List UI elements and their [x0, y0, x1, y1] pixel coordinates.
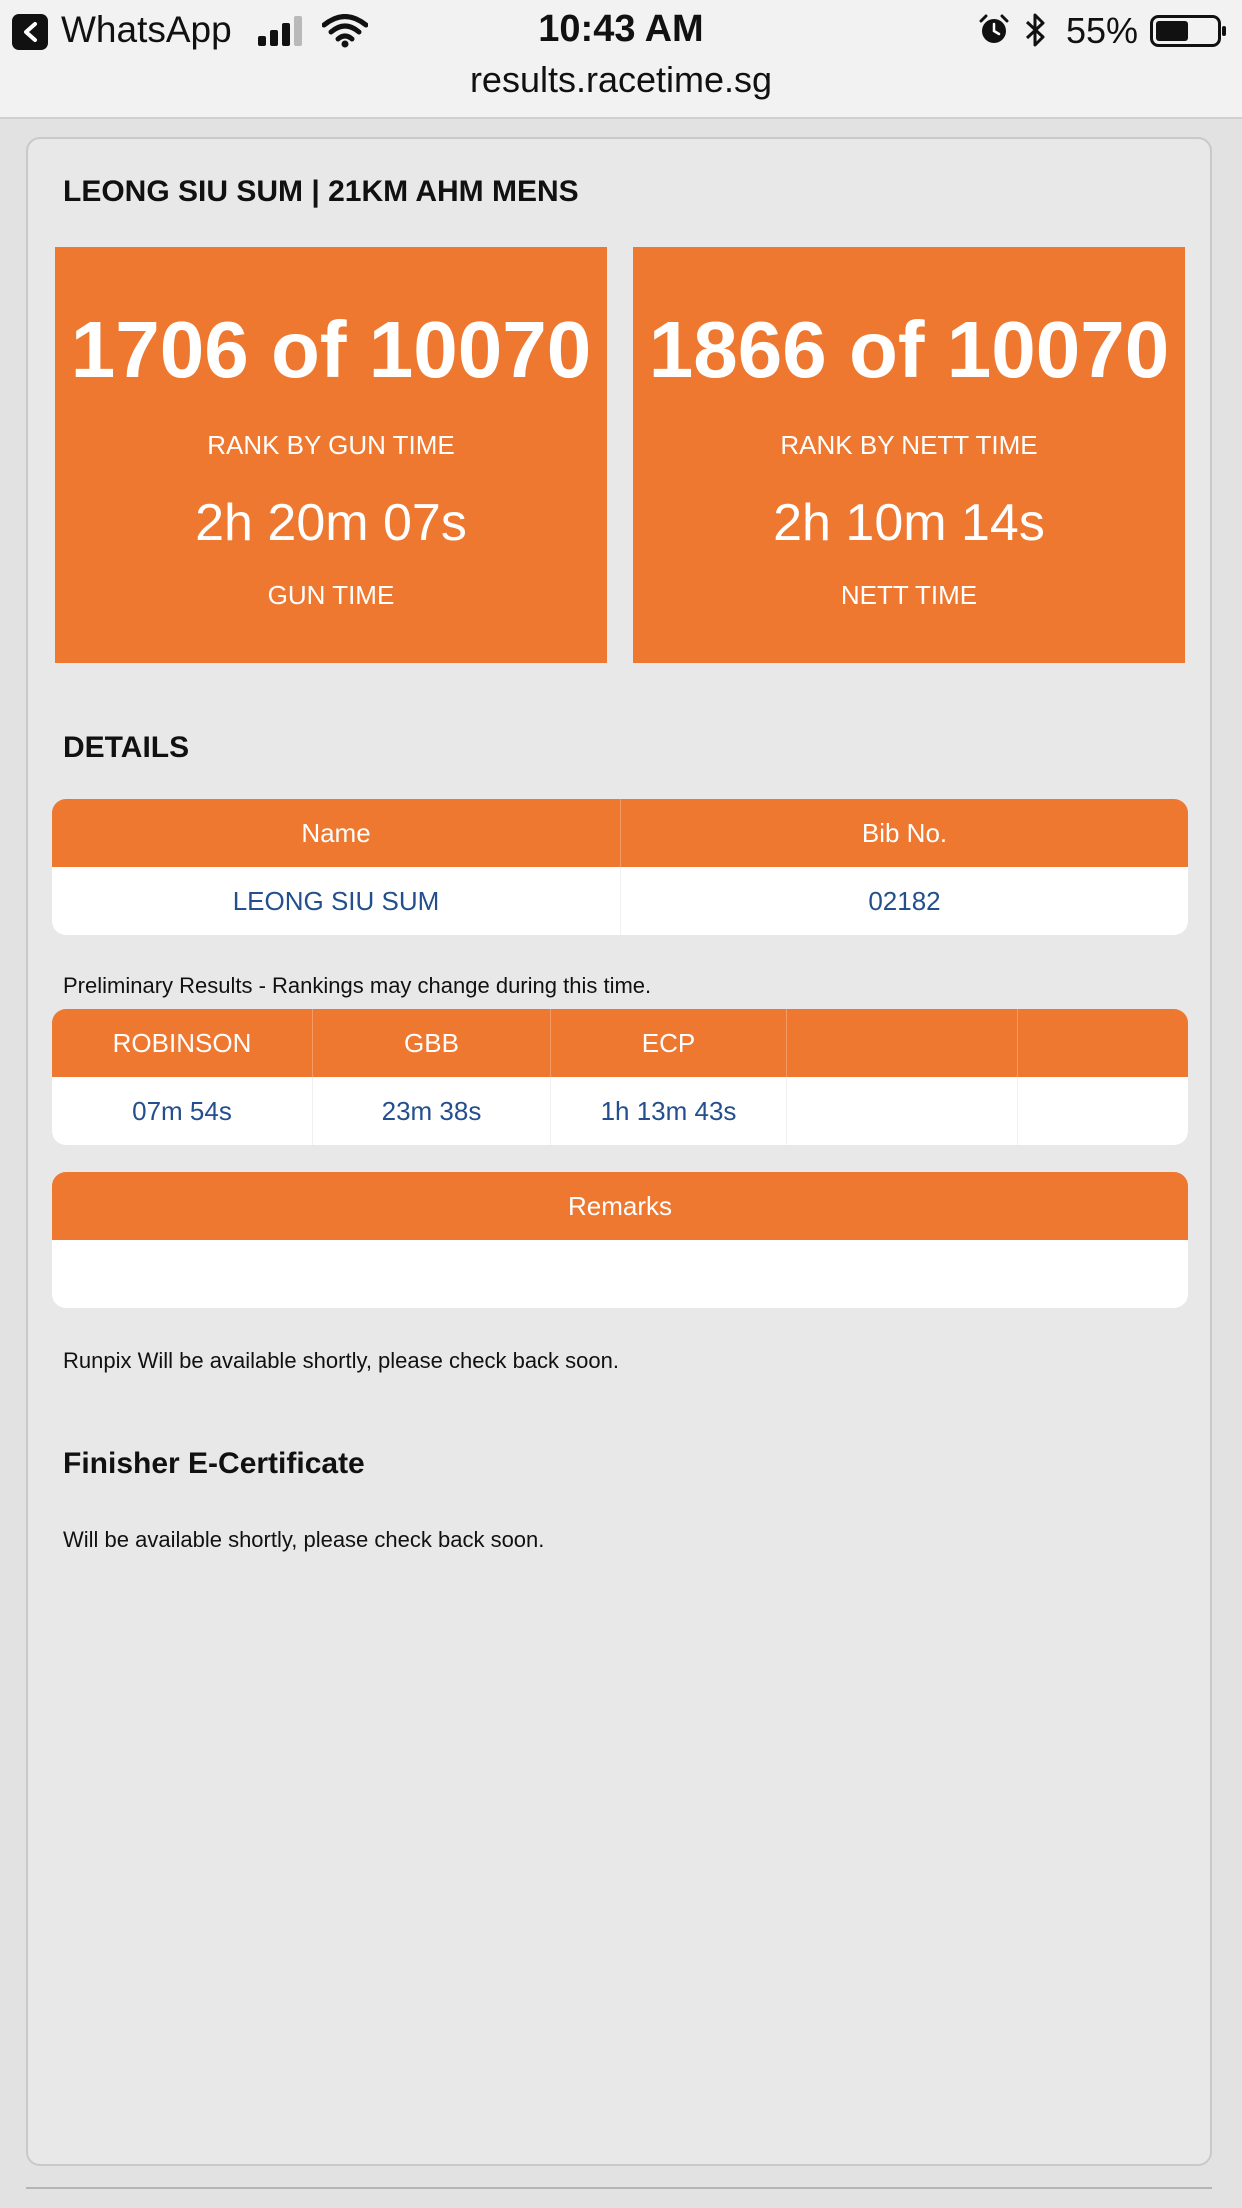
remarks-data-row [52, 1240, 1188, 1308]
split-value-empty-1 [786, 1077, 1017, 1145]
battery-percent: 55% [1066, 10, 1139, 51]
details-data-row: LEONG SIU SUM 02182 [52, 867, 1188, 935]
details-header-name: Name [301, 817, 371, 848]
splits-data-row: 07m 54s 23m 38s 1h 13m 43s [52, 1077, 1188, 1145]
runner-headline: LEONG SIU SUM | 21KM AHM MENS [63, 175, 579, 208]
details-value-bib: 02182 [620, 867, 1188, 935]
remarks-header: Remarks [567, 1190, 672, 1221]
nett-rank: 1866 of 10070 [648, 305, 1170, 394]
details-title: DETAILS [63, 731, 190, 764]
battery-icon [1150, 15, 1226, 47]
splits-header-row: ROBINSON GBB ECP [52, 1009, 1188, 1077]
split-header-gbb: GBB [312, 1009, 550, 1077]
nett-time: 2h 10m 14s [773, 494, 1045, 552]
nett-rank-box: 1866 of 10070 RANK BY NETT TIME 2h 10m 1… [633, 247, 1185, 663]
details-value-name: LEONG SIU SUM [232, 885, 440, 916]
browser-top-bar: WhatsApp 10:43 AM 55% results.racetime.s… [0, 0, 1242, 119]
bluetooth-icon [1025, 13, 1045, 47]
gun-rank-box: 1706 of 10070 RANK BY GUN TIME 2h 20m 07… [55, 247, 607, 663]
details-table: Name Bib No. LEONG SIU SUM 02182 [52, 799, 1188, 935]
remarks-value [52, 1240, 1188, 1308]
page-bottom-divider [26, 2187, 1212, 2189]
gun-rank-label: RANK BY GUN TIME [207, 430, 455, 460]
gun-rank: 1706 of 10070 [70, 305, 592, 394]
nett-rank-label: RANK BY NETT TIME [780, 430, 1038, 460]
details-header-row: Name Bib No. [52, 799, 1188, 867]
preliminary-note: Preliminary Results - Rankings may chang… [63, 973, 652, 998]
split-header-empty-1 [786, 1009, 1017, 1077]
details-header-bib: Bib No. [620, 799, 1188, 867]
split-value-ecp: 1h 13m 43s [550, 1077, 786, 1145]
certificate-title: Finisher E-Certificate [63, 1447, 365, 1480]
gun-time-label: GUN TIME [267, 580, 395, 610]
remarks-table: Remarks [52, 1172, 1188, 1308]
address-bar-url[interactable]: results.racetime.sg [0, 59, 1242, 101]
certificate-note: Will be available shortly, please check … [63, 1527, 545, 1552]
gun-time: 2h 20m 07s [195, 494, 467, 552]
nett-time-label: NETT TIME [840, 580, 978, 610]
splits-table: ROBINSON GBB ECP 07m 54s 23m 38s 1h 13m … [52, 1009, 1188, 1145]
remarks-header-row: Remarks [52, 1172, 1188, 1240]
split-value-gbb: 23m 38s [312, 1077, 550, 1145]
alarm-icon [979, 14, 1009, 43]
split-header-empty-2 [1017, 1009, 1188, 1077]
split-value-empty-2 [1017, 1077, 1188, 1145]
status-bar: WhatsApp 10:43 AM 55% [0, 0, 1242, 62]
split-value-robinson: 07m 54s [132, 1095, 232, 1126]
split-header-robinson: ROBINSON [112, 1027, 252, 1058]
split-header-ecp: ECP [550, 1009, 786, 1077]
result-card: LEONG SIU SUM | 21KM AHM MENS 1706 of 10… [26, 137, 1212, 2166]
runpix-note: Runpix Will be available shortly, please… [63, 1348, 619, 1373]
status-time: 10:43 AM [538, 8, 704, 50]
